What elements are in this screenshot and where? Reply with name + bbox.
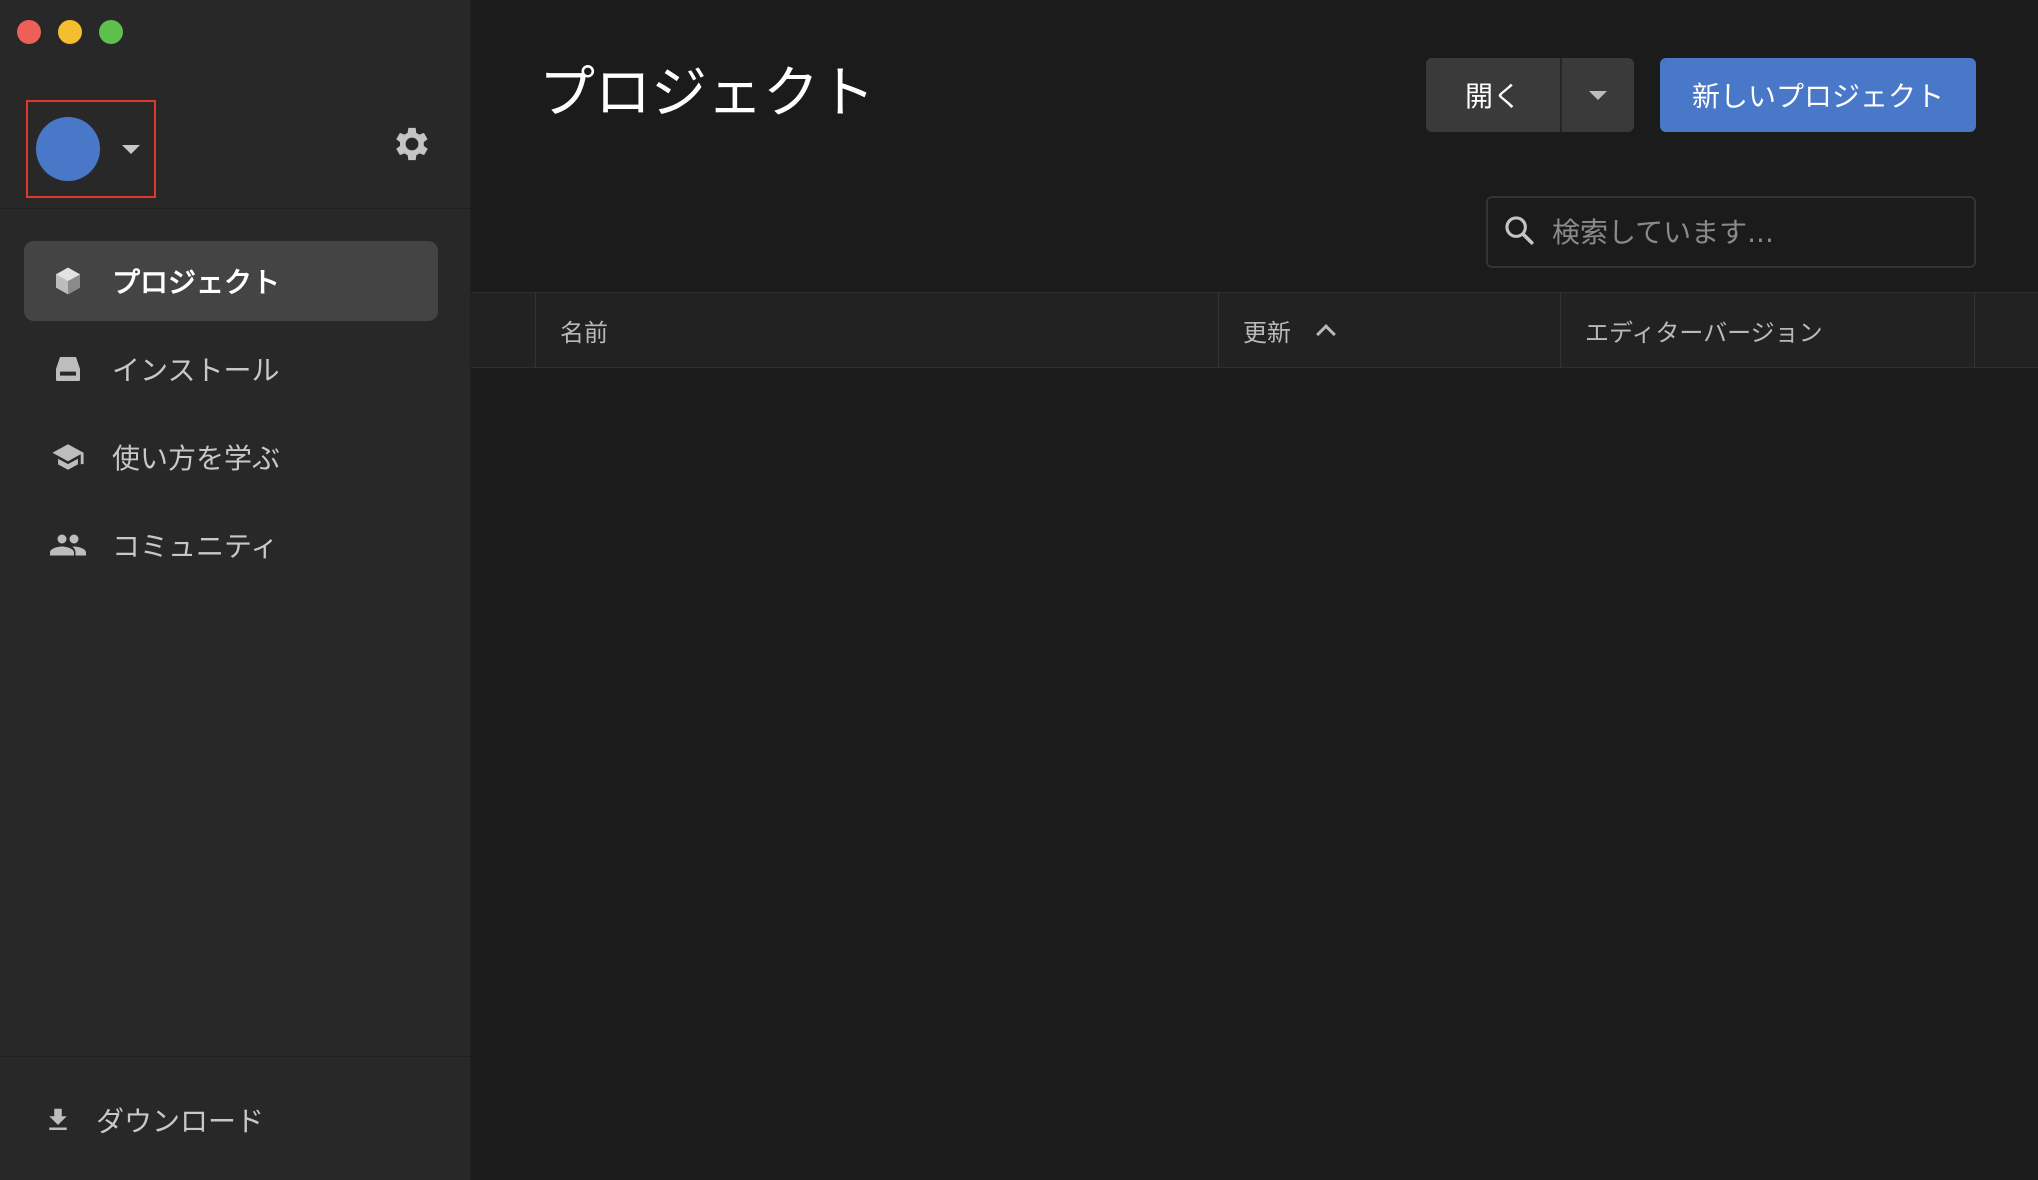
people-icon: [50, 527, 86, 563]
sidebar-item-installs[interactable]: インストール: [24, 329, 438, 409]
column-header-updated[interactable]: 更新: [1218, 293, 1560, 367]
sidebar-divider: [0, 1056, 471, 1057]
sidebar-nav: プロジェクト インストール 使い方を学ぶ コミュニティ: [24, 241, 438, 593]
minimize-window-button[interactable]: [58, 20, 82, 44]
search-input[interactable]: [1552, 215, 1952, 249]
search-box: [1486, 196, 1976, 268]
column-label: 更新: [1243, 318, 1291, 347]
sidebar-item-projects[interactable]: プロジェクト: [24, 241, 438, 321]
column-header-editor-version[interactable]: エディターバージョン: [1560, 293, 1975, 367]
maximize-window-button[interactable]: [99, 20, 123, 44]
sidebar-item-learn[interactable]: 使い方を学ぶ: [24, 417, 438, 497]
sidebar-item-label: インストール: [112, 354, 280, 387]
chevron-down-icon: [1589, 90, 1607, 100]
account-menu-button[interactable]: [26, 100, 156, 198]
sort-ascending-icon: [1316, 324, 1336, 344]
main-panel: プロジェクト 開く 新しいプロジェクト 名前 更新: [471, 0, 2038, 1180]
chevron-down-icon: [122, 144, 140, 154]
gear-icon[interactable]: [390, 122, 434, 166]
sidebar-item-label: コミュニティ: [112, 530, 279, 563]
sidebar-item-label: プロジェクト: [112, 266, 281, 299]
sidebar-divider: [0, 208, 471, 209]
app-window: プロジェクト インストール 使い方を学ぶ コミュニティ ダウンロード プロジェク…: [0, 0, 2038, 1180]
sidebar: プロジェクト インストール 使い方を学ぶ コミュニティ ダウンロード: [0, 0, 471, 1180]
open-dropdown-button[interactable]: [1562, 58, 1634, 132]
column-label: エディターバージョン: [1585, 318, 1823, 347]
graduation-cap-icon: [50, 439, 86, 475]
column-header-name[interactable]: 名前: [535, 293, 1218, 367]
download-button[interactable]: ダウンロード: [40, 1090, 264, 1150]
sidebar-item-community[interactable]: コミュニティ: [24, 505, 438, 585]
cube-icon: [50, 263, 86, 299]
avatar: [36, 117, 100, 181]
column-label: 名前: [560, 318, 608, 347]
page-title: プロジェクト: [539, 61, 875, 126]
open-button[interactable]: 開く: [1426, 58, 1562, 132]
new-project-button[interactable]: 新しいプロジェクト: [1660, 58, 1976, 132]
sidebar-item-label: 使い方を学ぶ: [112, 442, 281, 475]
window-controls: [17, 20, 123, 44]
download-icon: [40, 1102, 76, 1138]
download-label: ダウンロード: [96, 1105, 265, 1138]
table-header: 名前 更新 エディターバージョン: [471, 292, 2038, 368]
search-icon: [1502, 213, 1536, 251]
drive-icon: [50, 351, 86, 387]
close-window-button[interactable]: [17, 20, 41, 44]
open-button-group: 開く: [1426, 58, 1634, 132]
